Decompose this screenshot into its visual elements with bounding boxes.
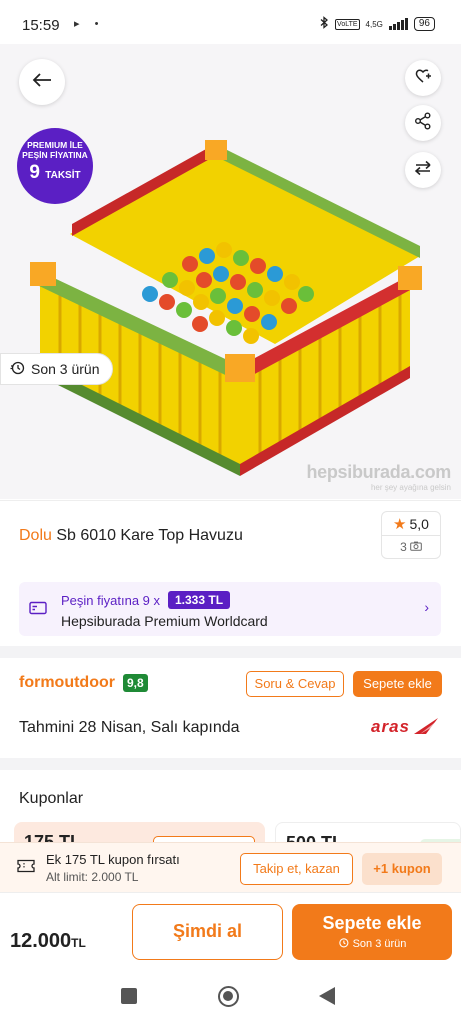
rating-box[interactable]: ★ 5,0 3 (381, 511, 441, 559)
home-icon[interactable] (218, 986, 239, 1007)
premium-card-name: Hepsiburada Premium Worldcard (61, 613, 268, 629)
watermark-text: hepsiburada.com (306, 462, 451, 482)
status-time: 15:59 (22, 17, 60, 34)
stock-note: Son 3 ürün (352, 938, 407, 950)
system-nav-bar (0, 970, 461, 1024)
star-icon: ★ (393, 515, 407, 533)
add-to-cart-label: Sepete ekle (322, 913, 422, 933)
stock-pill: Son 3 ürün (0, 353, 113, 385)
premium-installment-badge: PREMIUM İLE PEŞİN FİYATINA 9 TAKSİT (17, 128, 93, 204)
stock-text: Son 3 ürün (31, 361, 100, 377)
recents-icon[interactable] (121, 988, 137, 1004)
bottom-purchase-bar: 12.000TL Şimdi al Sepete ekle Son 3 ürün (0, 892, 461, 970)
follow-and-earn-button[interactable]: Takip et, kazan (240, 853, 353, 885)
divider (0, 758, 461, 770)
seller-score-badge: 9,8 (123, 674, 148, 692)
rating-value: 5,0 (409, 515, 429, 532)
premium-offer: Peşin fiyatına 9 x 1.333 TL (61, 591, 231, 609)
premium-price: 1.333 TL (168, 591, 231, 609)
product-title: Dolu Sb 6010 Kare Top Havuzu (19, 527, 243, 545)
signal-icon (388, 18, 408, 30)
share-icon (414, 112, 432, 135)
price-currency: TL (71, 936, 86, 950)
watermark-tagline: her şey ayağına gelsin (370, 483, 451, 492)
bluetooth-icon (320, 16, 329, 32)
product-name: Sb 6010 Kare Top Havuzu (51, 527, 243, 544)
share-button[interactable] (405, 105, 441, 141)
volte-icon: VoLTE (335, 18, 360, 30)
premium-label: Peşin fiyatına 9 x (61, 592, 160, 608)
add-to-cart-button[interactable]: Sepete ekle Son 3 ürün (292, 904, 452, 960)
status-right: VoLTE 4,5G 96 (320, 16, 435, 32)
camera-icon (410, 540, 422, 554)
back-button[interactable] (19, 59, 65, 105)
favorite-button[interactable] (405, 60, 441, 96)
carrier-logo: aras (371, 717, 438, 737)
coupon-offer-text: Ek 175 TL kupon fırsatı (46, 852, 180, 867)
arrow-left-icon (32, 72, 52, 93)
photo-review-count: 3 (400, 540, 407, 554)
badge-line1: PREMIUM İLE (27, 140, 83, 150)
watermark: hepsiburada.com her şey ayağına gelsin (306, 462, 451, 492)
chevron-right-icon: › (424, 599, 429, 615)
photo-reviews: 3 (382, 536, 440, 558)
rating-score: ★ 5,0 (382, 512, 440, 536)
seller-name-link[interactable]: formoutdoor (19, 674, 115, 692)
timer-icon (338, 937, 349, 951)
divider (0, 646, 461, 658)
qa-button[interactable]: Soru & Cevap (246, 671, 344, 697)
price-value: 12.000 (10, 930, 72, 952)
product-title-row: Dolu Sb 6010 Kare Top Havuzu ★ 5,0 3 (0, 500, 461, 572)
badge-installments: 9 TAKSİT (29, 162, 81, 183)
product-price: 12.000TL (10, 930, 86, 953)
network-type: 4,5G (365, 19, 383, 29)
status-notification-icons: ▸ • (74, 18, 105, 30)
add-to-cart-stock: Son 3 ürün (292, 937, 452, 951)
swap-arrows-icon (414, 160, 432, 181)
coupon-icon (17, 859, 35, 878)
seller-add-to-cart-button[interactable]: Sepete ekle (353, 671, 442, 697)
coupon-min-limit: Alt limit: 2.000 TL (46, 870, 139, 884)
back-triangle-icon[interactable] (319, 987, 335, 1005)
product-brand-link[interactable]: Dolu (19, 527, 52, 544)
timer-icon (10, 360, 25, 378)
compare-button[interactable] (405, 152, 441, 188)
plus-coupon-button[interactable]: +1 kupon (362, 853, 442, 885)
credit-card-icon (29, 601, 47, 620)
product-image (30, 140, 422, 476)
premium-installment-banner[interactable]: Peşin fiyatına 9 x 1.333 TL Hepsiburada … (19, 582, 441, 636)
badge-line2: PEŞİN FİYATINA (22, 150, 88, 160)
battery-icon: 96 (413, 17, 435, 31)
seller-section: formoutdoor 9,8 Soru & Cevap Sepete ekle… (0, 658, 461, 758)
status-bar: 15:59 ▸ • VoLTE 4,5G 96 (0, 0, 461, 44)
buy-now-button[interactable]: Şimdi al (132, 904, 283, 960)
product-gallery[interactable]: PREMIUM İLE PEŞİN FİYATINA 9 TAKSİT Son … (0, 44, 461, 499)
coupons-title: Kuponlar (19, 790, 84, 807)
coupon-offer-bar: Ek 175 TL kupon fırsatı Alt limit: 2.000… (0, 842, 461, 892)
delivery-estimate: Tahmini 28 Nisan, Salı kapında (19, 719, 240, 736)
heart-plus-icon (414, 67, 432, 90)
